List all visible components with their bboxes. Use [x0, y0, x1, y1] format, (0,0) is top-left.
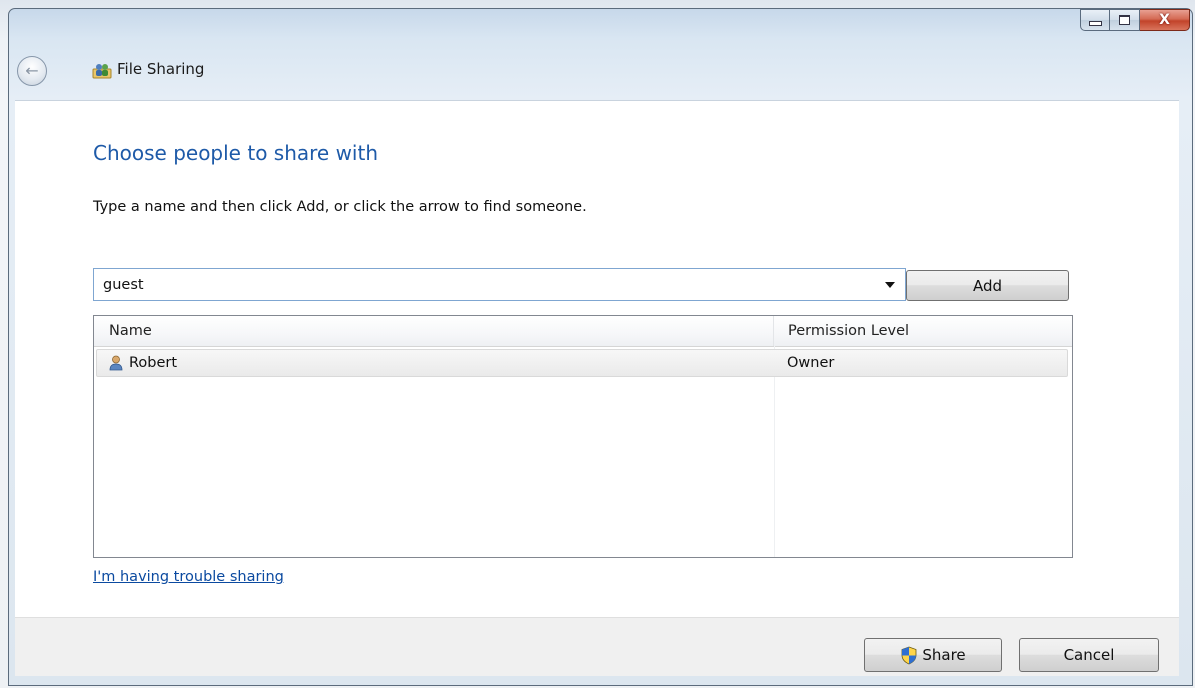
page-heading: Choose people to share with — [93, 141, 379, 165]
name-combobox[interactable] — [93, 268, 906, 301]
minimize-icon — [1088, 20, 1102, 26]
share-list[interactable]: Name Permission Level Robert Owner — [93, 315, 1073, 558]
dialog-content: Choose people to share with Type a name … — [15, 100, 1179, 618]
column-divider — [774, 346, 775, 557]
instruction-text: Type a name and then click Add, or click… — [93, 199, 587, 215]
dropdown-arrow-button[interactable] — [881, 277, 899, 293]
shared-users-icon — [92, 64, 112, 79]
dialog-footer: Share Cancel — [15, 617, 1179, 676]
back-arrow-icon: ← — [25, 61, 39, 80]
user-icon — [109, 355, 123, 371]
share-button[interactable]: Share — [864, 638, 1002, 672]
chevron-down-icon — [885, 282, 895, 288]
share-button-label: Share — [922, 646, 966, 664]
back-button[interactable]: ← — [17, 56, 47, 86]
maximize-button[interactable] — [1110, 9, 1140, 31]
close-icon: X — [1159, 12, 1170, 28]
row-user-name: Robert — [129, 355, 178, 371]
list-row[interactable]: Robert Owner — [96, 349, 1068, 377]
column-header-permission[interactable]: Permission Level — [774, 316, 1072, 346]
column-header-name[interactable]: Name — [94, 316, 774, 346]
list-header: Name Permission Level — [94, 316, 1072, 347]
close-button[interactable]: X — [1140, 9, 1190, 31]
minimize-button[interactable] — [1080, 9, 1110, 31]
cancel-button[interactable]: Cancel — [1019, 638, 1159, 672]
window-controls: X — [1080, 9, 1190, 35]
row-permission-level[interactable]: Owner — [787, 350, 834, 376]
uac-shield-icon — [901, 646, 917, 664]
add-button[interactable]: Add — [906, 270, 1069, 301]
maximize-icon — [1119, 15, 1130, 25]
trouble-sharing-link[interactable]: I'm having trouble sharing — [93, 569, 284, 585]
name-input[interactable] — [94, 269, 864, 300]
window-title: File Sharing — [117, 60, 205, 78]
